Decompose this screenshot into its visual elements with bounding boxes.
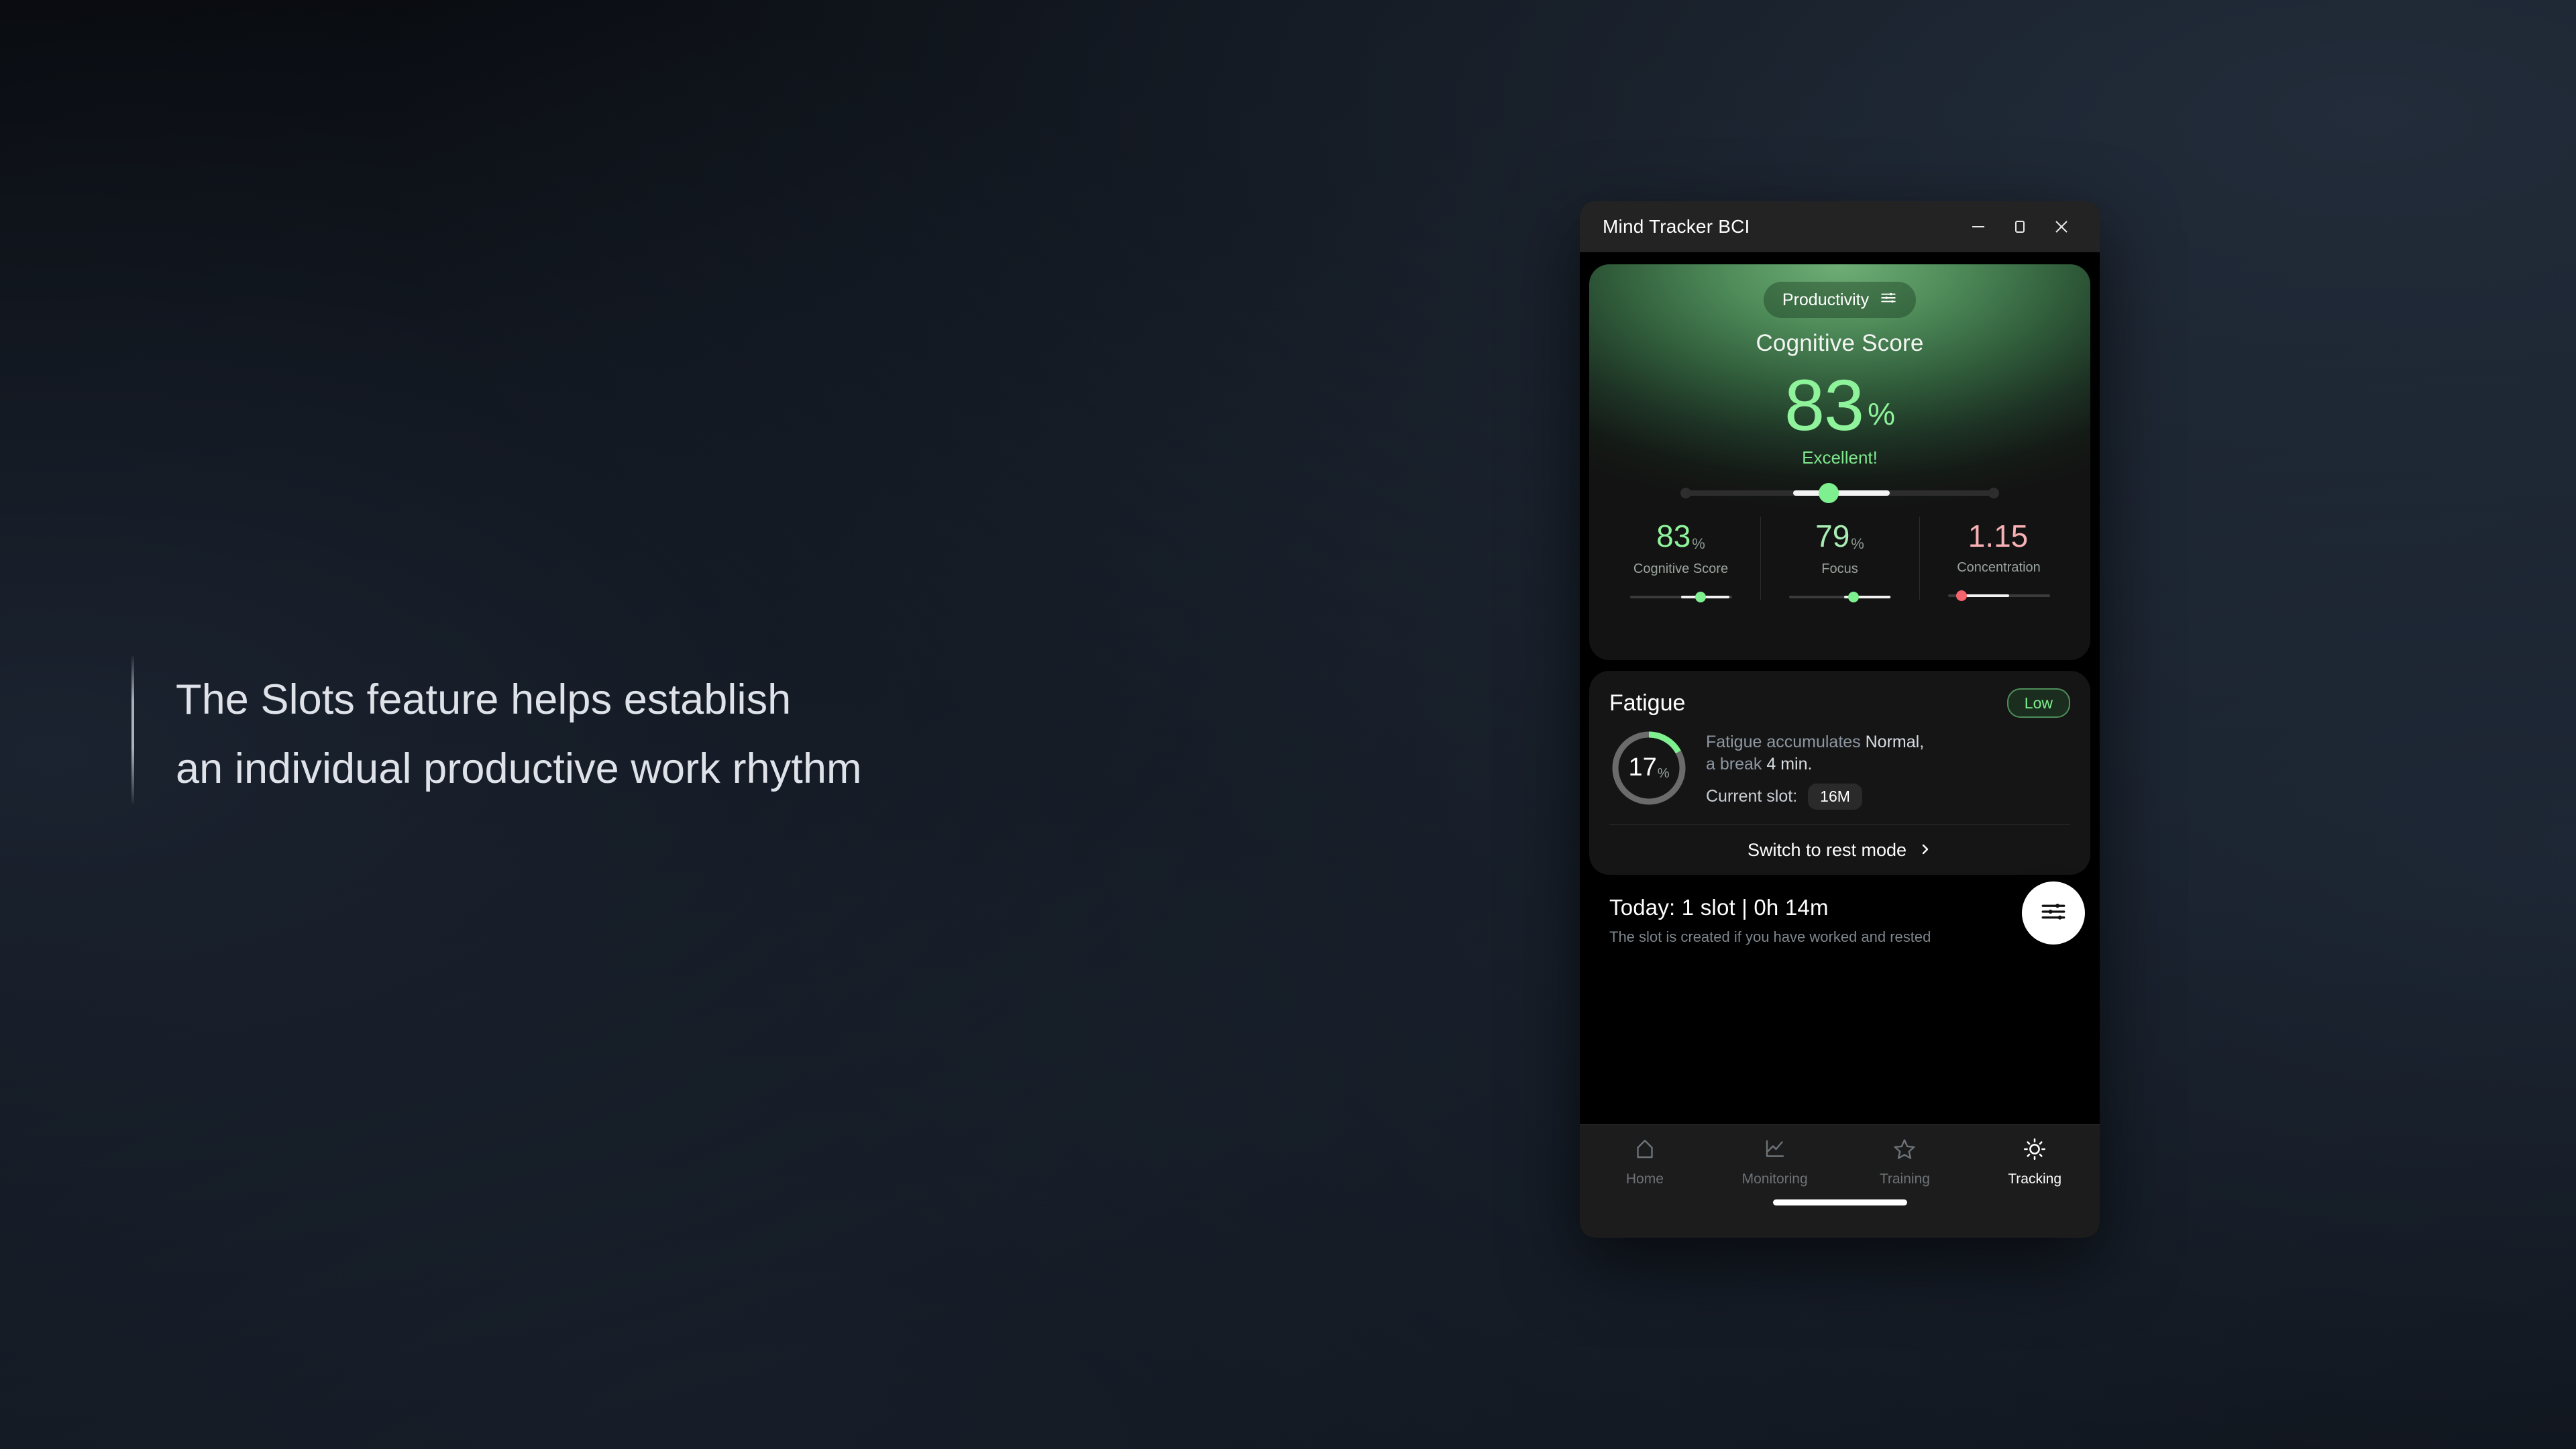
- screenshot-root: The Slots feature helps establish an ind…: [0, 0, 2576, 1449]
- cognitive-score-rating: Excellent!: [1802, 447, 1878, 468]
- cognitive-score-slider[interactable]: [1680, 483, 1999, 504]
- metric-label: Focus: [1821, 561, 1858, 577]
- metric-concentration: 1.15 Concentration: [1919, 517, 2078, 602]
- fatigue-donut-chart: 17 %: [1609, 729, 1688, 808]
- fatigue-donut-center: 17 %: [1628, 755, 1669, 782]
- app-window: Mind Tracker BCI Productivity Cognitive …: [1580, 201, 2100, 1238]
- bottom-navigation-bar: Home Monitoring Training Tracking: [1580, 1124, 2100, 1238]
- today-summary-title: Today: 1 slot | 0h 14m: [1609, 895, 1829, 920]
- fatigue-percent-unit: %: [1657, 766, 1670, 781]
- bottom-nav-items: Home Monitoring Training Tracking: [1580, 1125, 2100, 1187]
- metric-value: 79: [1815, 519, 1850, 554]
- slider-fill: [1793, 490, 1890, 496]
- close-button[interactable]: [2041, 209, 2082, 244]
- metric-value-row: 83 %: [1656, 521, 1705, 553]
- metric-mini-slider[interactable]: [1788, 592, 1891, 603]
- headline-text: The Slots feature helps establish an ind…: [176, 676, 862, 792]
- line-chart-icon: [1763, 1137, 1787, 1165]
- fatigue-description: Fatigue accumulates Normal, a break 4 min…: [1706, 731, 2070, 775]
- current-slot-chip: 16M: [1808, 784, 1862, 810]
- metric-value: 1.15: [1968, 519, 2029, 554]
- nav-label: Tracking: [2008, 1171, 2061, 1187]
- mini-slider-thumb[interactable]: [1955, 590, 1967, 602]
- fatigue-desc-break: 4 min.: [1766, 755, 1813, 773]
- metric-mini-slider[interactable]: [1947, 590, 2050, 602]
- window-title: Mind Tracker BCI: [1603, 216, 1750, 237]
- sun-brightness-icon: [2023, 1137, 2047, 1165]
- fatigue-desc-level: Normal,: [1865, 733, 1925, 751]
- headline-block: The Slots feature helps establish an ind…: [131, 656, 862, 804]
- star-icon: [1892, 1137, 1917, 1165]
- fatigue-card-header: Fatigue Low: [1609, 688, 2070, 718]
- switch-to-rest-mode-button[interactable]: Switch to rest mode: [1609, 825, 2070, 875]
- current-slot-label: Current slot:: [1706, 787, 1798, 806]
- nav-item-home[interactable]: Home: [1580, 1137, 1710, 1187]
- current-slot-row: Current slot: 16M: [1706, 784, 2070, 810]
- nav-label: Training: [1879, 1171, 1930, 1187]
- phone-screen: Productivity Cognitive Score 83 % Excell…: [1580, 252, 2100, 1238]
- metric-cognitive-score: 83 % Cognitive Score: [1601, 521, 1760, 603]
- rest-mode-label: Switch to rest mode: [1747, 839, 1907, 860]
- chevron-right-icon: [1919, 840, 1932, 861]
- fatigue-percent-value: 17: [1628, 753, 1657, 782]
- nav-label: Monitoring: [1741, 1171, 1808, 1187]
- nav-item-monitoring[interactable]: Monitoring: [1710, 1137, 1840, 1187]
- metric-value-row: 79 %: [1815, 521, 1864, 553]
- tune-sliders-icon: [2039, 898, 2068, 929]
- metric-unit: %: [1692, 535, 1705, 553]
- mini-slider-fill: [1962, 594, 2009, 598]
- metric-value-row: 1.15: [1968, 521, 2030, 551]
- mini-slider-thumb[interactable]: [1847, 592, 1859, 603]
- mini-slider-thumb[interactable]: [1695, 592, 1706, 603]
- metric-value: 83: [1656, 519, 1691, 554]
- window-titlebar[interactable]: Mind Tracker BCI: [1580, 201, 2100, 252]
- fatigue-card: Fatigue Low 17 % Fatigue accumulates Nor…: [1589, 671, 2090, 875]
- metrics-row: 83 % Cognitive Score 79 % Focus 1.15 Con…: [1589, 517, 2090, 603]
- metric-mini-slider[interactable]: [1629, 592, 1732, 603]
- cognitive-score-value: 83: [1784, 364, 1864, 445]
- productivity-pill-label: Productivity: [1782, 290, 1870, 309]
- fatigue-card-body: 17 % Fatigue accumulates Normal, a break …: [1609, 729, 2070, 824]
- metric-label: Concentration: [1957, 560, 2041, 576]
- cognitive-score-value-row: 83 %: [1784, 364, 1896, 445]
- headline-accent-rule: [131, 656, 134, 804]
- maximize-button[interactable]: [1999, 209, 2041, 244]
- settings-fab-button[interactable]: [2022, 881, 2085, 945]
- tune-sliders-icon: [1880, 289, 1897, 311]
- metric-unit: %: [1851, 535, 1864, 553]
- cognitive-score-unit: %: [1868, 396, 1896, 431]
- nav-item-tracking[interactable]: Tracking: [1970, 1137, 2100, 1187]
- fatigue-desc-mid: a break: [1706, 755, 1767, 773]
- today-summary-subtitle: The slot is created if you have worked a…: [1609, 928, 1931, 945]
- home-icon: [1633, 1137, 1657, 1165]
- fatigue-copy: Fatigue accumulates Normal, a break 4 min…: [1706, 729, 2070, 810]
- metric-label: Cognitive Score: [1633, 561, 1729, 577]
- cognitive-score-card: Productivity Cognitive Score 83 % Excell…: [1589, 264, 2090, 660]
- metric-focus: 79 % Focus: [1760, 517, 1919, 603]
- productivity-mode-pill[interactable]: Productivity: [1763, 282, 1917, 318]
- home-indicator: [1772, 1199, 1907, 1205]
- fatigue-desc-prefix: Fatigue accumulates: [1706, 733, 1866, 751]
- minimize-button[interactable]: [1957, 209, 1999, 244]
- nav-label: Home: [1625, 1171, 1664, 1187]
- today-summary-block: Today: 1 slot | 0h 14m The slot is creat…: [1589, 875, 2090, 1124]
- nav-item-training[interactable]: Training: [1840, 1137, 1970, 1187]
- slider-thumb[interactable]: [1819, 483, 1839, 504]
- fatigue-title: Fatigue: [1609, 690, 1686, 716]
- cognitive-score-title: Cognitive Score: [1756, 330, 1924, 356]
- fatigue-status-badge: Low: [2006, 688, 2070, 718]
